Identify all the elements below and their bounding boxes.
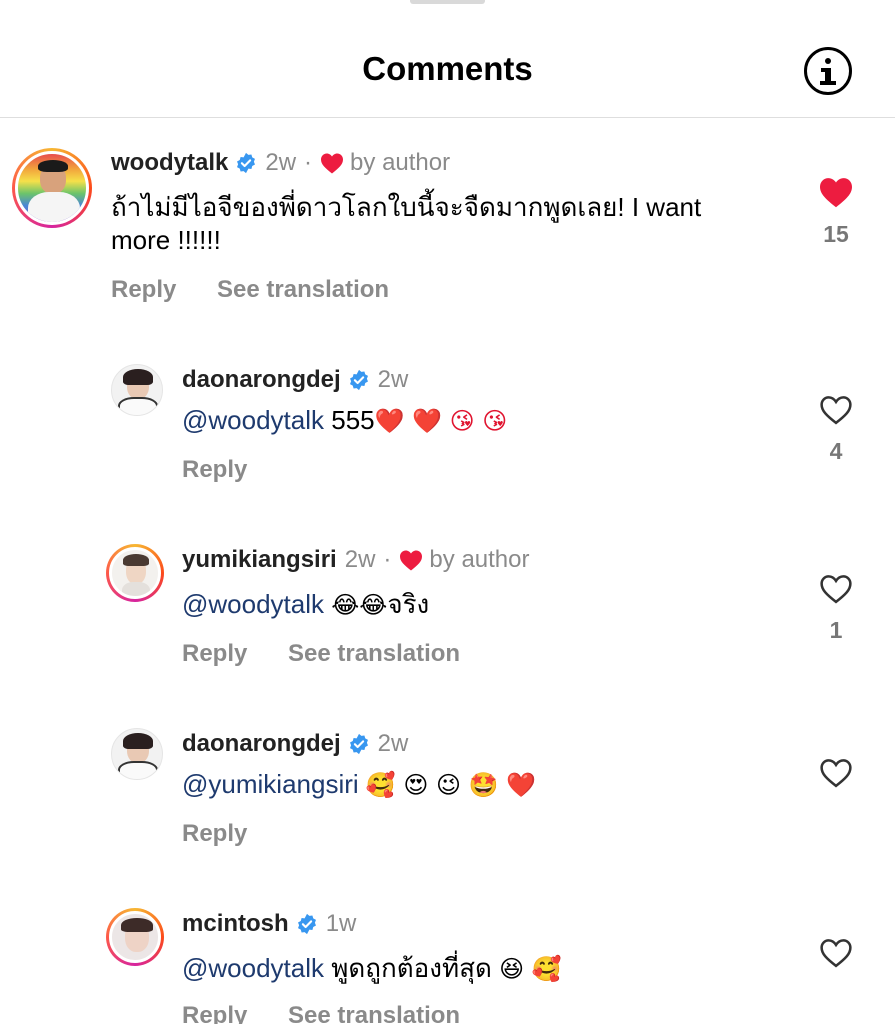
comment-actions: Reply See translation xyxy=(182,640,494,668)
by-author-label: by author xyxy=(429,546,530,573)
comments-header: Comments xyxy=(0,0,895,118)
verified-badge-icon xyxy=(297,913,316,935)
mention-link[interactable]: @woodytalk xyxy=(182,405,324,435)
mention-link[interactable]: @yumikiangsiri xyxy=(182,769,359,799)
emoji-group: 😆 🥰 xyxy=(499,955,562,983)
username[interactable]: woodytalk xyxy=(111,149,228,177)
heart-outline-icon[interactable] xyxy=(819,573,853,604)
avatar[interactable] xyxy=(106,544,164,602)
avatar[interactable] xyxy=(111,364,163,416)
comment-header: mcintosh 1w xyxy=(182,910,356,938)
comment-text: @woodytalk 😂😂จริง xyxy=(182,588,429,622)
comment-actions: Reply xyxy=(182,456,281,484)
reply-button[interactable]: Reply xyxy=(182,456,247,483)
heart-outline-icon[interactable] xyxy=(819,937,853,968)
comment-header: woodytalk 2w · by author xyxy=(111,149,450,177)
reply-button[interactable]: Reply xyxy=(182,640,247,667)
comment-body: พูดถูกต้องที่สุด xyxy=(324,953,500,983)
comment-time: 1w xyxy=(325,910,357,937)
comment-header: daonarongdej 2w xyxy=(182,366,408,394)
comment-text: @woodytalk พูดถูกต้องที่สุด 😆 🥰 xyxy=(182,952,562,986)
comment-actions: Reply See translation xyxy=(111,276,423,304)
avatar[interactable] xyxy=(111,728,163,780)
comment-time: 2w xyxy=(265,149,297,176)
verified-badge-icon xyxy=(237,152,256,174)
avatar[interactable] xyxy=(106,908,164,966)
like-count: 15 xyxy=(823,221,849,247)
comment-time: 2w xyxy=(377,730,409,757)
separator: · xyxy=(383,546,392,573)
reply-button[interactable]: Reply xyxy=(111,276,176,303)
liked-by-author: by author xyxy=(320,149,450,177)
heart-filled-icon[interactable] xyxy=(818,176,854,208)
comment-text-line: more !!!!!! xyxy=(111,225,221,255)
heart-filled-icon xyxy=(400,550,423,571)
heart-outline-icon[interactable] xyxy=(819,757,853,788)
comment-actions: Reply See translation xyxy=(182,1002,494,1024)
like-column: 1 xyxy=(800,573,872,644)
like-column: 4 xyxy=(800,394,872,465)
verified-badge-icon xyxy=(349,369,368,391)
emoji-group: ❤️ ❤️ 😘 😘 xyxy=(374,407,508,435)
like-count: 4 xyxy=(829,438,843,464)
like-column xyxy=(800,937,872,968)
comment-body: จริง xyxy=(387,589,430,619)
username[interactable]: yumikiangsiri xyxy=(182,546,337,574)
avatar[interactable] xyxy=(12,148,92,228)
username[interactable]: mcintosh xyxy=(182,910,289,938)
heart-filled-icon xyxy=(321,153,344,174)
reply-button[interactable]: Reply xyxy=(182,820,247,847)
comment-text: @yumikiangsiri 🥰 😍 😉 🤩 ❤️ xyxy=(182,768,536,802)
by-author-label: by author xyxy=(350,149,451,176)
see-translation-button[interactable]: See translation xyxy=(288,1002,460,1024)
comment-text: @woodytalk 555❤️ ❤️ 😘 😘 xyxy=(182,404,507,438)
separator: · xyxy=(304,149,313,176)
reply-button[interactable]: Reply xyxy=(182,1002,247,1024)
comment-header: yumikiangsiri 2w · by author xyxy=(182,546,530,574)
page-title: Comments xyxy=(362,50,533,87)
username[interactable]: daonarongdej xyxy=(182,730,341,758)
liked-by-author: by author xyxy=(399,546,530,574)
see-translation-button[interactable]: See translation xyxy=(288,640,460,667)
like-column: 15 xyxy=(800,176,872,248)
comment-text: ถ้าไม่มีไอจีของพี่ดาวโลกใบนี้จะจืดมากพูด… xyxy=(111,191,701,257)
username[interactable]: daonarongdej xyxy=(182,366,341,394)
emoji-group: 😂😂 xyxy=(331,591,388,619)
mention-link[interactable]: @woodytalk xyxy=(182,953,324,983)
mention-link[interactable]: @woodytalk xyxy=(182,589,324,619)
comment-text-line: ถ้าไม่มีไอจีของพี่ดาวโลกใบนี้จะจืดมากพูด… xyxy=(111,192,702,222)
emoji-group: 🥰 😍 😉 🤩 ❤️ xyxy=(365,771,537,799)
verified-badge-icon xyxy=(349,733,368,755)
info-icon[interactable] xyxy=(804,47,852,95)
comment-body: 555 xyxy=(324,405,375,435)
comment-header: daonarongdej 2w xyxy=(182,730,408,758)
see-translation-button[interactable]: See translation xyxy=(217,276,389,303)
heart-outline-icon[interactable] xyxy=(819,394,853,425)
like-count: 1 xyxy=(829,617,843,643)
comment-time: 2w xyxy=(344,546,376,573)
comment-time: 2w xyxy=(377,366,409,393)
like-column xyxy=(800,757,872,788)
comment-actions: Reply xyxy=(182,820,281,848)
